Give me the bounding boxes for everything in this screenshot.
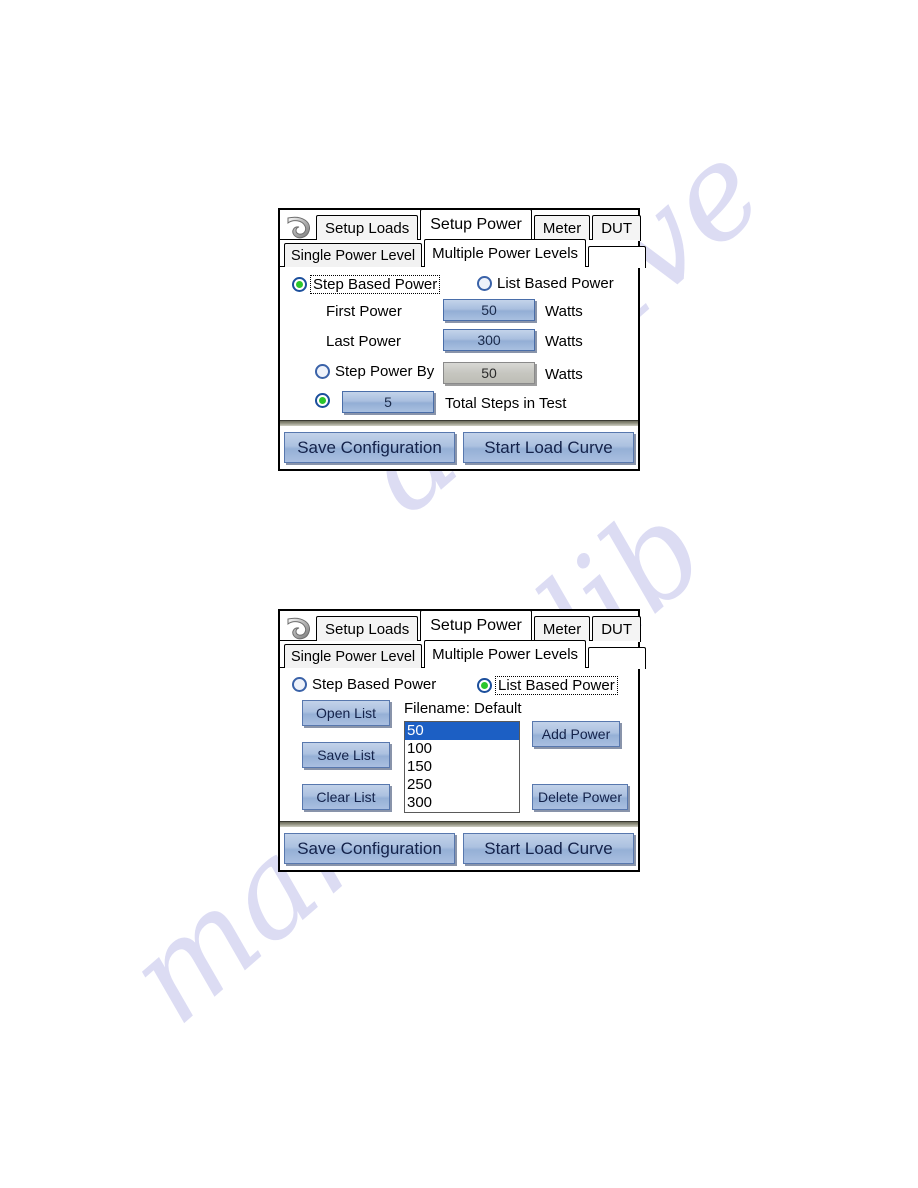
radio-total-steps-indicator[interactable]	[315, 393, 330, 408]
tab-dut[interactable]: DUT	[592, 215, 642, 241]
tab-setup-power[interactable]: Setup Power	[420, 610, 532, 641]
step-panel-body: Step Based Power List Based Power First …	[280, 267, 638, 420]
tab-setup-loads[interactable]: Setup Loads	[316, 215, 419, 241]
radio-step-power-by[interactable]: Step Power By	[315, 363, 434, 380]
first-power-unit: Watts	[545, 303, 583, 320]
radio-step-based-power-label: Step Based Power	[312, 676, 437, 693]
step-power-by-unit: Watts	[545, 366, 583, 383]
total-steps-field[interactable]: 5	[342, 391, 434, 413]
back-arrow-icon[interactable]	[282, 211, 318, 247]
radio-step-based-power-indicator[interactable]	[292, 277, 307, 292]
last-power-unit: Watts	[545, 333, 583, 350]
subtab-multiple-power-levels[interactable]: Multiple Power Levels	[424, 640, 587, 668]
radio-list-based-power-label: List Based Power	[495, 676, 618, 695]
first-power-field[interactable]: 50	[443, 299, 535, 321]
step-power-by-field[interactable]: 50	[443, 362, 535, 384]
setup-power-step-panel: Setup Loads Setup Power Meter DUT Single…	[278, 208, 647, 471]
tab-dut[interactable]: DUT	[592, 616, 642, 642]
main-tabstrip-2: Setup Loads Setup Power Meter DUT	[280, 610, 642, 642]
open-list-button[interactable]: Open List	[302, 700, 390, 726]
page-watermark: archive manualslib	[0, 0, 918, 1188]
tab-setup-loads[interactable]: Setup Loads	[316, 616, 419, 642]
list-item[interactable]: 150	[405, 758, 519, 776]
first-power-label: First Power	[326, 303, 402, 320]
radio-total-steps[interactable]	[315, 393, 330, 408]
delete-power-button[interactable]: Delete Power	[532, 784, 628, 810]
back-arrow-icon[interactable]	[282, 612, 318, 648]
subtab-filler	[588, 647, 647, 669]
list-panel-body: Step Based Power List Based Power Filena…	[280, 668, 638, 821]
list-item[interactable]: 50	[405, 722, 519, 740]
sub-tabs-2: Single Power Level Multiple Power Levels	[284, 640, 647, 669]
last-power-label: Last Power	[326, 333, 402, 350]
radio-list-based-power-indicator[interactable]	[477, 678, 492, 693]
list-item[interactable]: 300	[405, 794, 519, 812]
setup-power-list-panel: Setup Loads Setup Power Meter DUT Single…	[278, 609, 647, 872]
add-power-button[interactable]: Add Power	[532, 721, 620, 747]
last-power-field[interactable]: 300	[443, 329, 535, 351]
start-load-curve-button[interactable]: Start Load Curve	[463, 432, 634, 463]
start-load-curve-button[interactable]: Start Load Curve	[463, 833, 634, 864]
step-power-by-label: Step Power By	[335, 363, 435, 380]
main-tabs-2: Setup Loads Setup Power Meter DUT	[316, 610, 643, 642]
radio-step-power-by-indicator[interactable]	[315, 364, 330, 379]
subtab-multiple-power-levels[interactable]: Multiple Power Levels	[424, 239, 587, 267]
sub-tabs: Single Power Level Multiple Power Levels	[284, 239, 647, 268]
power-list-box[interactable]: 50 100 150 250 300	[404, 721, 520, 813]
radio-step-based-power[interactable]: Step Based Power	[292, 676, 436, 693]
save-configuration-button[interactable]: Save Configuration	[284, 432, 455, 463]
total-steps-label: Total Steps in Test	[445, 395, 567, 412]
radio-list-based-power[interactable]: List Based Power	[477, 275, 614, 292]
main-tabstrip: Setup Loads Setup Power Meter DUT	[280, 209, 642, 241]
subtab-filler	[588, 246, 647, 268]
radio-step-based-power[interactable]: Step Based Power	[292, 275, 441, 294]
tab-meter[interactable]: Meter	[533, 215, 591, 241]
sub-tabstrip: Single Power Level Multiple Power Levels	[280, 239, 647, 268]
radio-list-based-power-label: List Based Power	[497, 275, 614, 292]
clear-list-button[interactable]: Clear List	[302, 784, 390, 810]
list-item[interactable]: 100	[405, 740, 519, 758]
radio-list-based-power[interactable]: List Based Power	[477, 676, 618, 695]
radio-step-based-power-label: Step Based Power	[310, 275, 441, 294]
filename-label: Filename: Default	[404, 700, 522, 717]
radio-step-based-power-indicator[interactable]	[292, 677, 307, 692]
main-tabs: Setup Loads Setup Power Meter DUT	[316, 209, 643, 241]
sub-tabstrip-2: Single Power Level Multiple Power Levels	[280, 640, 647, 669]
action-bar: Save Configuration Start Load Curve	[280, 426, 638, 469]
tab-setup-power[interactable]: Setup Power	[420, 209, 532, 240]
tab-meter[interactable]: Meter	[533, 616, 591, 642]
save-configuration-button[interactable]: Save Configuration	[284, 833, 455, 864]
list-item[interactable]: 250	[405, 776, 519, 794]
radio-list-based-power-indicator[interactable]	[477, 276, 492, 291]
action-bar: Save Configuration Start Load Curve	[280, 827, 638, 870]
save-list-button[interactable]: Save List	[302, 742, 390, 768]
